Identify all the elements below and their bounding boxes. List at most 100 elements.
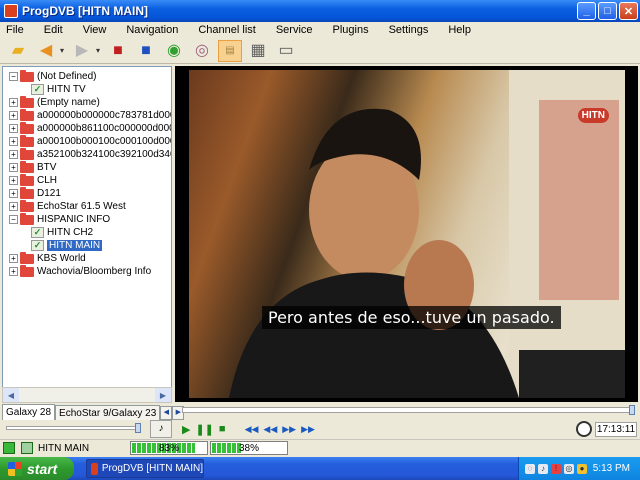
seek-slider[interactable] [182,405,635,415]
menu-view[interactable]: View [83,24,107,36]
play-icon[interactable]: ▶ [182,423,190,436]
tab-galaxy-28[interactable]: Galaxy 28 [2,404,56,420]
volume-thumb[interactable] [135,423,141,433]
security-icon[interactable]: ! [551,463,561,474]
tab-echostar-9[interactable]: EchoStar 9/Galaxy 23 [55,405,161,420]
fullscreen-button[interactable]: ■ [134,40,158,62]
forward-icon[interactable]: ▶▶ [282,424,296,435]
open-folder-button[interactable]: ▰ [6,40,30,62]
tree-folder-node[interactable]: + CLH [9,173,57,187]
tree-folder-node[interactable]: + a352100b324100c392100d346100 [9,147,171,161]
list-icon: ▦ [250,41,266,59]
back-button[interactable]: ◀ [34,40,64,62]
scroll-right-arrow[interactable]: ▶ [155,388,171,402]
network-icon[interactable]: ◌ [525,463,535,474]
playback-controls: ▶ ❚❚ ■ ◀◀ ◀◀ ▶▶ ▶▶ [182,421,315,437]
expand-icon[interactable]: + [9,176,18,185]
tree-folder-node[interactable]: − (Not Defined) [9,69,96,83]
disc-button[interactable]: ◎ [190,40,214,62]
monitor-button[interactable]: ■ [106,40,130,62]
start-button[interactable]: start [0,457,74,480]
menu-settings[interactable]: Settings [389,24,429,36]
maximize-button[interactable]: □ [598,2,617,20]
minimize-button[interactable]: _ [577,2,596,20]
arrow-left-icon: ◀ [39,41,53,59]
menu-bar: File Edit View Navigation Channel list S… [0,22,640,38]
menu-plugins[interactable]: Plugins [333,24,369,36]
menu-channel-list[interactable]: Channel list [198,24,255,36]
expand-icon[interactable]: + [9,163,18,172]
menu-edit[interactable]: Edit [44,24,63,36]
expand-icon[interactable]: + [9,137,18,146]
tree-folder-node[interactable]: + D121 [9,186,61,200]
antivirus-icon[interactable]: ● [577,463,587,474]
video-area[interactable]: HITN Pero antes de eso...tuve un pasado. [175,66,638,402]
folder-icon [20,134,34,147]
channel-icon: ✓ [31,84,44,95]
window-button[interactable]: ▭ [274,40,298,62]
clock-icon [576,421,592,437]
time-display: 17:13:11 [595,422,637,437]
rewind-fast-icon[interactable]: ◀◀ [245,424,259,435]
status-channel: HITN MAIN [38,442,90,454]
tree-folder-node[interactable]: + Wachovia/Bloomberg Info [9,264,151,278]
expand-icon[interactable]: + [9,150,18,159]
record-button[interactable]: ◉ [162,40,186,62]
close-button[interactable]: ✕ [619,2,638,20]
menu-service[interactable]: Service [276,24,313,36]
windows-logo-icon [8,461,22,476]
taskbar-progdvb[interactable]: ProgDVB [HITN MAIN] [86,459,204,478]
epg-button[interactable]: ▤ [218,39,242,62]
tree-node-label: a352100b324100c392100d346100 [37,149,171,160]
tree-channel-node[interactable]: ✓ HITN CH2 [31,226,93,239]
expand-icon[interactable]: + [9,124,18,133]
tree-folder-node[interactable]: + EchoStar 61.5 West [9,199,126,213]
stop-icon[interactable]: ■ [219,423,226,435]
expand-icon[interactable]: + [9,98,18,107]
collapse-icon[interactable]: − [9,72,18,81]
tree-folder-node[interactable]: + a000000b861100c000000d000000 [9,121,171,135]
forward-fast-icon[interactable]: ▶▶ [301,424,315,435]
volume-slider[interactable] [6,423,141,433]
menu-file[interactable]: File [6,24,24,36]
audio-button[interactable]: ♪ [150,420,172,438]
tree-folder-node[interactable]: + KBS World [9,251,86,265]
satellite-tabs: Galaxy 28 EchoStar 9/Galaxy 23 ◀ ▶ [2,404,185,420]
expand-icon[interactable]: + [9,267,18,276]
channel-tree[interactable]: − (Not Defined) ✓ HITN TV + (Empty name) + a000… [2,66,172,396]
collapse-icon[interactable]: − [9,215,18,224]
tree-node-label: HITN CH2 [47,227,94,238]
start-label: start [27,460,58,477]
list-button[interactable]: ▦ [246,40,270,62]
menu-navigation[interactable]: Navigation [126,24,178,36]
volume-tray-icon[interactable]: ♪ [538,463,548,474]
expand-icon[interactable]: + [9,111,18,120]
expand-icon[interactable]: + [9,202,18,211]
rewind-icon[interactable]: ◀◀ [263,424,277,435]
tree-horizontal-scrollbar[interactable]: ◀ ▶ [2,387,172,403]
progdvb-task-icon [91,462,98,475]
expand-icon[interactable]: + [9,189,18,198]
seek-thumb[interactable] [629,405,635,415]
folder-icon [20,212,34,225]
tree-folder-node[interactable]: + BTV [9,160,56,174]
update-icon[interactable]: ◎ [564,463,574,474]
tree-channel-node[interactable]: ✓ HITN MAIN [31,239,103,252]
status-bar: HITN MAIN 83% 38% [0,439,640,456]
expand-icon[interactable]: + [9,254,18,263]
pause-icon[interactable]: ❚❚ [195,423,213,436]
scroll-left-arrow[interactable]: ◀ [3,388,19,402]
tree-folder-node[interactable]: − HISPANIC INFO [9,212,110,226]
tree-folder-node[interactable]: + (Empty name) [9,95,100,109]
folder-icon [20,199,34,212]
tree-folder-node[interactable]: + a000100b000100c000100d000100 [9,134,171,148]
tree-channel-node[interactable]: ✓ HITN TV [31,83,86,96]
folder-icon [20,69,34,82]
menu-help[interactable]: Help [448,24,471,36]
forward-button[interactable]: ▶ [70,40,100,62]
folder-icon [20,121,34,134]
tree-node-label: HITN TV [47,84,86,95]
channel-icon: ✓ [31,240,44,251]
tree-folder-node[interactable]: + a000000b000000c783781d000000 [9,108,171,122]
tab-scroll-left[interactable]: ◀ [160,406,173,420]
